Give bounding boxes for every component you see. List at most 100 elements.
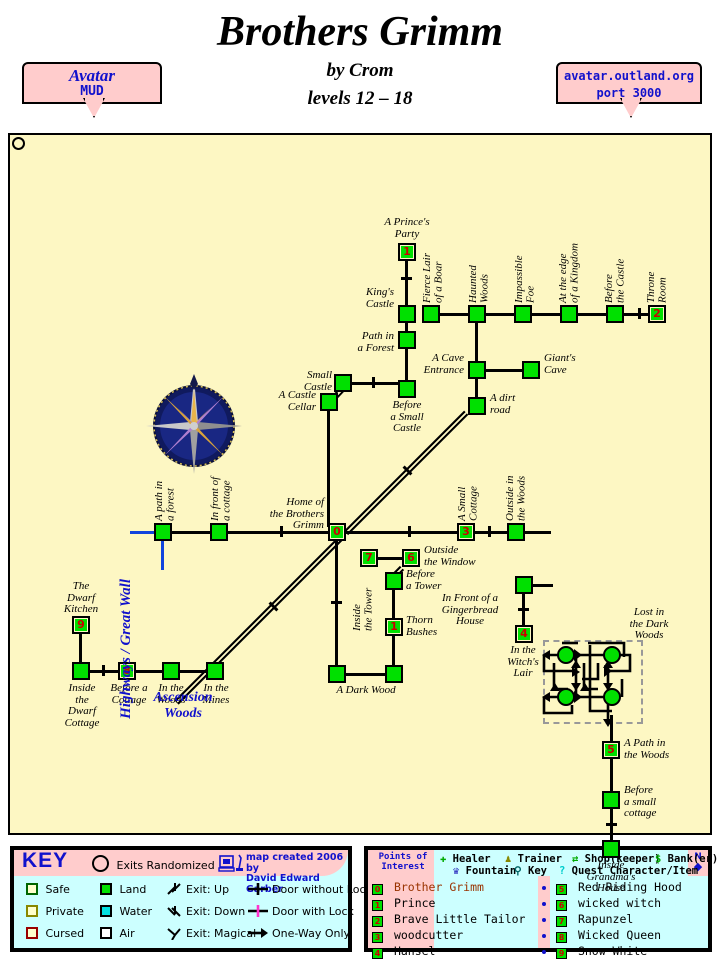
maze-room-nw[interactable] [557, 646, 575, 664]
door-without-lock [488, 526, 491, 537]
exit-up-icon [167, 883, 181, 895]
legend-label: Exit: Up [186, 883, 230, 896]
corridor [335, 541, 338, 675]
legend-exit-up: Exit: Up [186, 883, 229, 896]
maze-room-sw[interactable] [557, 688, 575, 706]
bullet-icon [542, 934, 546, 938]
poi-entry-7[interactable]: 7 Rapunzel [556, 912, 633, 927]
room-a-cave-entrance[interactable] [468, 361, 486, 379]
legend-one-way: One-Way Only [272, 927, 350, 940]
room-fierce-lair-of-a-boar[interactable] [422, 305, 440, 323]
room-princes-party[interactable]: 1 [398, 243, 416, 261]
room-before-a-small-castle[interactable] [398, 380, 416, 398]
poi-entry-0[interactable]: 0 Brother Grimm [372, 880, 484, 895]
room-number: 4 [520, 627, 528, 640]
room-in-front-of-a-cottage[interactable] [210, 523, 228, 541]
corridor [392, 590, 395, 620]
room-number-badge: 7 [556, 916, 567, 927]
maze-label: Lost in the Dark Woods [629, 606, 669, 641]
room-outside-the-window[interactable]: 6 [402, 549, 420, 567]
room-a-dirt-road[interactable] [468, 397, 486, 415]
healer-icon: ✚ [440, 853, 447, 865]
poi-entry-3[interactable]: 3 woodcutter [372, 928, 463, 943]
room-inside-dwarf-cottage[interactable] [72, 662, 90, 680]
maze-room-se[interactable] [603, 688, 621, 706]
room-number: 2 [653, 307, 661, 320]
corridor [327, 411, 330, 527]
room-before-a-small-cottage[interactable] [602, 791, 620, 809]
room-inside-the-tower[interactable]: 7 [360, 549, 378, 567]
poi-icon-label: Healer [452, 853, 491, 865]
room-label-the-dwarf-kitchen: The Dwarf Kitchen [63, 580, 99, 615]
room-a-path-in-the-woods[interactable]: 5 [602, 741, 620, 759]
legend-label: Exit: Magical [186, 927, 257, 940]
room-kings-castle[interactable] [398, 305, 416, 323]
poi-entry-9[interactable]: 9 Snow White [556, 944, 647, 959]
bank-icon: $ [655, 853, 662, 865]
room-inside-grandmas-house[interactable] [602, 840, 620, 858]
room-before-a-tower[interactable] [385, 572, 403, 590]
room-small-castle[interactable] [334, 374, 352, 392]
poi-entry-label: Snow White [577, 944, 648, 958]
room-a-dark-wood-east[interactable] [385, 665, 403, 683]
room-number-badge: 8 [556, 932, 567, 943]
room-in-the-mines[interactable] [206, 662, 224, 680]
door-without-lock [331, 601, 342, 604]
corridor [344, 673, 388, 676]
room-throne-room[interactable]: 2 [648, 305, 666, 323]
room-label-throne-room: Throne Room [645, 271, 669, 303]
room-outside-in-the-woods[interactable] [507, 523, 525, 541]
legend-label: Land [119, 883, 147, 896]
room-number: 7 [365, 551, 373, 564]
door-without-lock [372, 377, 375, 388]
legend-label: Safe [45, 883, 70, 896]
room-at-the-edge-of-a-kingdom[interactable] [560, 305, 578, 323]
poi-entry-label: wicked witch [577, 896, 662, 910]
room-giants-cave[interactable] [522, 361, 540, 379]
poi-entry-6[interactable]: 6 wicked witch [556, 896, 661, 911]
room-label-giants-cave: Giant's Cave [544, 352, 576, 376]
room-before-the-castle[interactable] [606, 305, 624, 323]
poi-icon-key: ⚲ Key [514, 865, 547, 877]
poi-icon-healer: ✚ Healer [440, 853, 491, 865]
poi-title-line2: Interest [381, 862, 425, 872]
room-a-path-in-a-forest[interactable] [154, 523, 172, 541]
corridor [484, 369, 524, 372]
room-haunted-woods[interactable] [468, 305, 486, 323]
safe-swatch-icon [26, 883, 38, 895]
room-label-at-the-edge: At the edge of a Kingdom [557, 243, 581, 303]
poi-entry-1[interactable]: 1 Prince [372, 896, 435, 911]
door-with-lock-icon [248, 905, 268, 917]
room-number-badge: 3 [372, 932, 383, 943]
room-number: 1 [390, 620, 398, 633]
corridor [475, 323, 478, 363]
server-host: avatar.outland.org [563, 69, 695, 83]
room-number: 0 [333, 525, 341, 538]
room-a-dark-wood-west[interactable] [328, 665, 346, 683]
room-impassible-foe[interactable] [514, 305, 532, 323]
legend-label: Cursed [45, 927, 85, 940]
room-in-the-woods[interactable] [162, 662, 180, 680]
room-thorn-bushes[interactable]: 1 [385, 618, 403, 636]
room-a-small-cottage[interactable]: 3 [457, 523, 475, 541]
room-label-a-path-in-the-woods: A Path in the Woods [624, 737, 670, 761]
room-gingerbread-house[interactable] [515, 576, 533, 594]
legend-exit-magical: Exit: Magical [186, 927, 256, 940]
maze-room-ne[interactable] [603, 646, 621, 664]
room-label-kings-castle: King's Castle [365, 286, 394, 310]
room-path-in-a-forest[interactable] [398, 331, 416, 349]
legend-safe: Safe [26, 883, 70, 896]
room-in-the-witchs-lair[interactable]: 4 [515, 625, 533, 643]
room-a-castle-cellar[interactable] [320, 393, 338, 411]
room-number-badge: 0 [372, 884, 383, 895]
corridor [531, 584, 553, 587]
poi-icon-bank: $ Bank(er) [655, 853, 718, 865]
room-label-in-the-witchs-lair: In the Witch's Lair [507, 644, 539, 679]
poi-entry-8[interactable]: 8 Wicked Queen [556, 928, 661, 943]
room-home-brothers-grimm[interactable]: 0 [328, 523, 346, 541]
poi-entry-4[interactable]: 4 Hansel [372, 944, 435, 959]
poi-entry-2[interactable]: 2 Brave Little Tailor [372, 912, 526, 927]
room-number-badge: 1 [372, 900, 383, 911]
room-the-dwarf-kitchen[interactable]: 9 [72, 616, 90, 634]
land-swatch-icon [100, 883, 112, 895]
